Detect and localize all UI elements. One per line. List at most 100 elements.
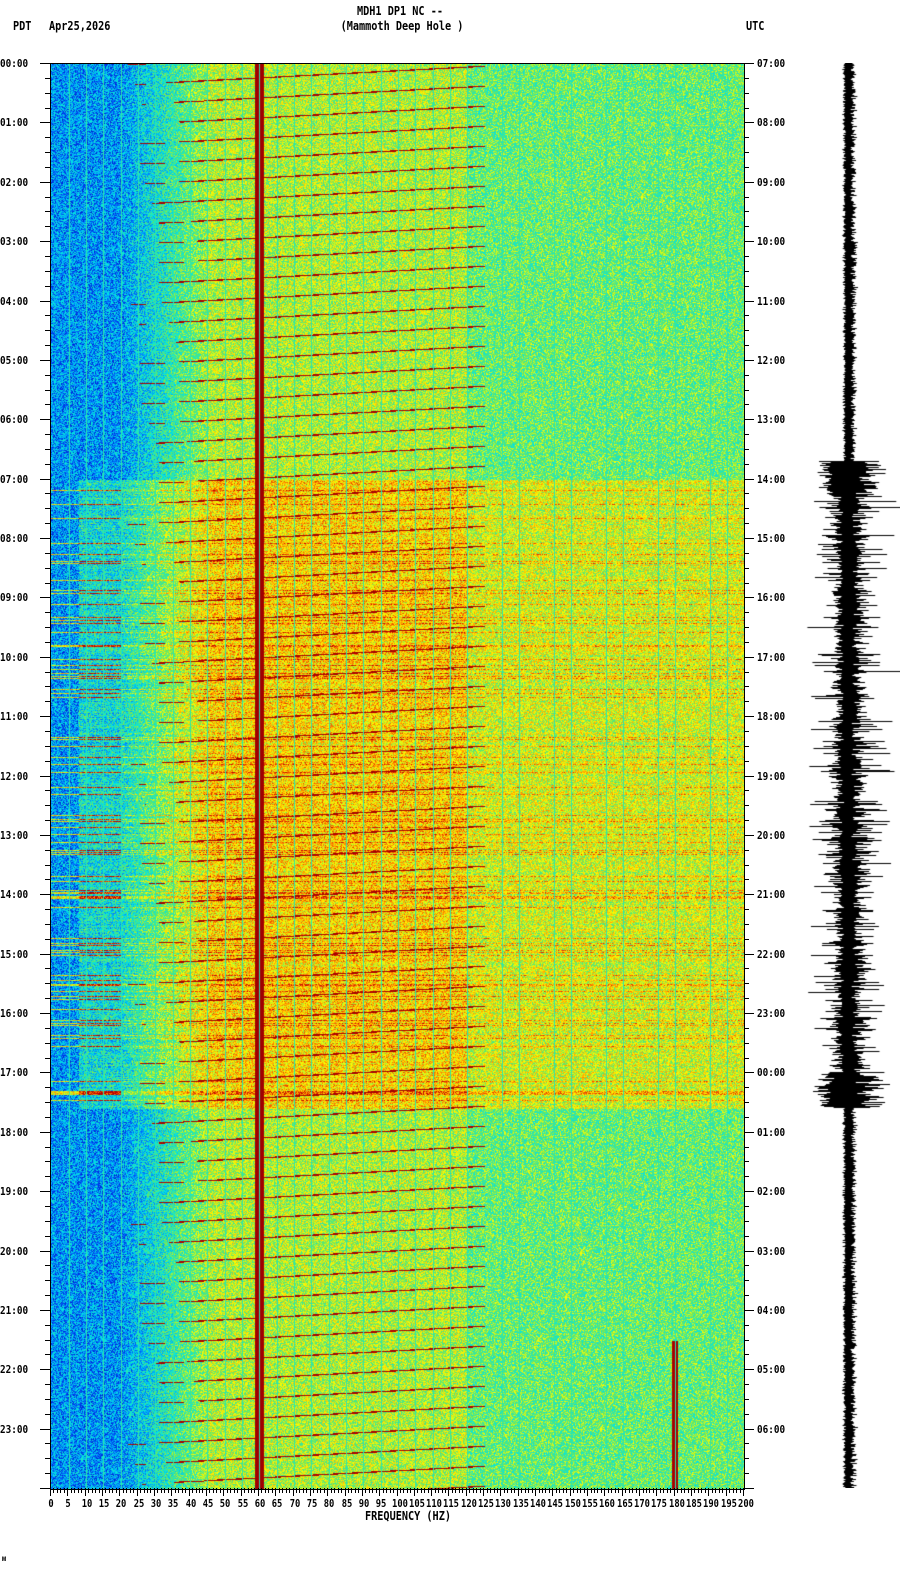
y-right-tick [744,1191,754,1193]
y-left-tick [45,1220,50,1222]
y-left-tick-label: 10:00 [0,650,29,664]
x-minor-tick [67,1488,69,1496]
x-minor-tick [178,1488,180,1493]
y-right-tick [744,864,749,866]
y-left-tick [45,983,50,985]
x-minor-tick [361,1488,363,1496]
x-tick-label: 115 [443,1497,460,1510]
x-minor-tick [708,1488,710,1496]
y-right-tick-label: 10:00 [757,235,786,249]
x-minor-tick [403,1488,405,1493]
y-right-tick [744,211,749,213]
x-minor-tick [105,1488,107,1493]
y-right-tick [744,77,749,79]
x-minor-tick [264,1488,266,1493]
y-left-tick [40,538,50,539]
y-left-tick [40,1013,50,1014]
y-left-tick [40,716,50,718]
x-minor-tick [691,1488,693,1496]
y-left-tick-label: 05:00 [0,353,29,367]
x-minor-tick [670,1488,672,1493]
x-minor-tick [341,1488,343,1493]
x-minor-tick [715,1488,717,1493]
y-right-tick [744,1220,749,1222]
x-minor-tick [462,1488,464,1493]
x-minor-tick [192,1488,194,1493]
y-left-tick [45,641,50,643]
x-tick-label: 15 [98,1497,110,1510]
x-minor-tick [306,1488,308,1493]
x-minor-tick [732,1488,734,1493]
x-tick-label: 105 [408,1497,425,1510]
y-right-tick [744,241,754,243]
y-right-tick [744,1087,749,1089]
y-left-tick-label: 20:00 [0,1244,29,1258]
y-left-tick [40,1072,50,1074]
y-left-tick [45,166,50,168]
x-minor-tick [424,1488,426,1493]
y-right-tick-label: 04:00 [757,1303,786,1317]
y-right-tick [744,92,749,94]
y-left-tick [45,849,50,851]
x-minor-tick [410,1488,412,1493]
x-minor-tick [618,1488,620,1493]
x-minor-tick [334,1488,336,1493]
y-right-tick [744,448,749,450]
y-left-tick-label: 02:00 [0,175,29,189]
x-minor-tick [226,1488,228,1493]
y-right-tick [744,1146,749,1148]
x-minor-tick [188,1488,190,1496]
x-minor-tick [247,1488,249,1493]
y-left-tick [45,1473,50,1475]
y-left-tick [40,775,50,777]
y-right-tick [744,1309,754,1311]
x-minor-tick [167,1488,169,1493]
y-right-tick [744,463,749,465]
y-left-tick [40,359,50,361]
y-left-tick [40,597,50,599]
station-subtitle: (Mammoth Deep Hole ) [340,19,464,33]
x-minor-tick [216,1488,218,1493]
y-right-tick-label: 01:00 [757,1125,786,1139]
spectrogram-heatmap [50,63,745,1490]
x-minor-tick [600,1488,602,1493]
x-tick-label: 30 [150,1497,162,1510]
y-right-tick [744,894,754,896]
x-minor-tick [580,1488,582,1493]
y-left-tick [45,1413,50,1415]
y-left-tick [45,389,50,391]
x-minor-tick [652,1488,654,1493]
y-left-tick [45,1354,50,1356]
y-right-tick [744,879,749,881]
footer-mark: ᴍ [2,1554,7,1563]
x-tick-label: 85 [341,1497,352,1510]
x-minor-tick [129,1488,131,1493]
x-minor-tick [302,1488,304,1493]
x-minor-tick [77,1488,79,1493]
x-tick-label: 125 [478,1497,495,1510]
y-right-tick [744,686,749,688]
x-minor-tick [396,1488,398,1496]
y-right-tick-label: 17:00 [757,650,786,664]
x-minor-tick [594,1488,595,1493]
x-minor-tick [316,1488,318,1493]
y-right-tick [744,1280,749,1282]
y-right-tick [744,953,754,955]
x-minor-tick [278,1488,280,1493]
x-minor-tick [458,1488,460,1493]
x-minor-tick [417,1488,419,1493]
x-minor-tick [53,1488,55,1493]
x-minor-tick [645,1488,647,1493]
x-minor-tick [50,1488,51,1496]
y-left-tick [45,1280,50,1282]
y-left-tick-label: 00:00 [0,57,29,70]
y-right-tick-label: 06:00 [757,1422,786,1436]
y-right-tick [744,1072,754,1074]
x-minor-tick [531,1488,533,1493]
y-left-tick [45,92,50,94]
y-left-tick [45,701,50,703]
x-minor-tick [632,1488,634,1493]
y-left-tick [45,1057,50,1059]
x-minor-tick [157,1488,159,1493]
x-minor-tick [389,1488,391,1493]
